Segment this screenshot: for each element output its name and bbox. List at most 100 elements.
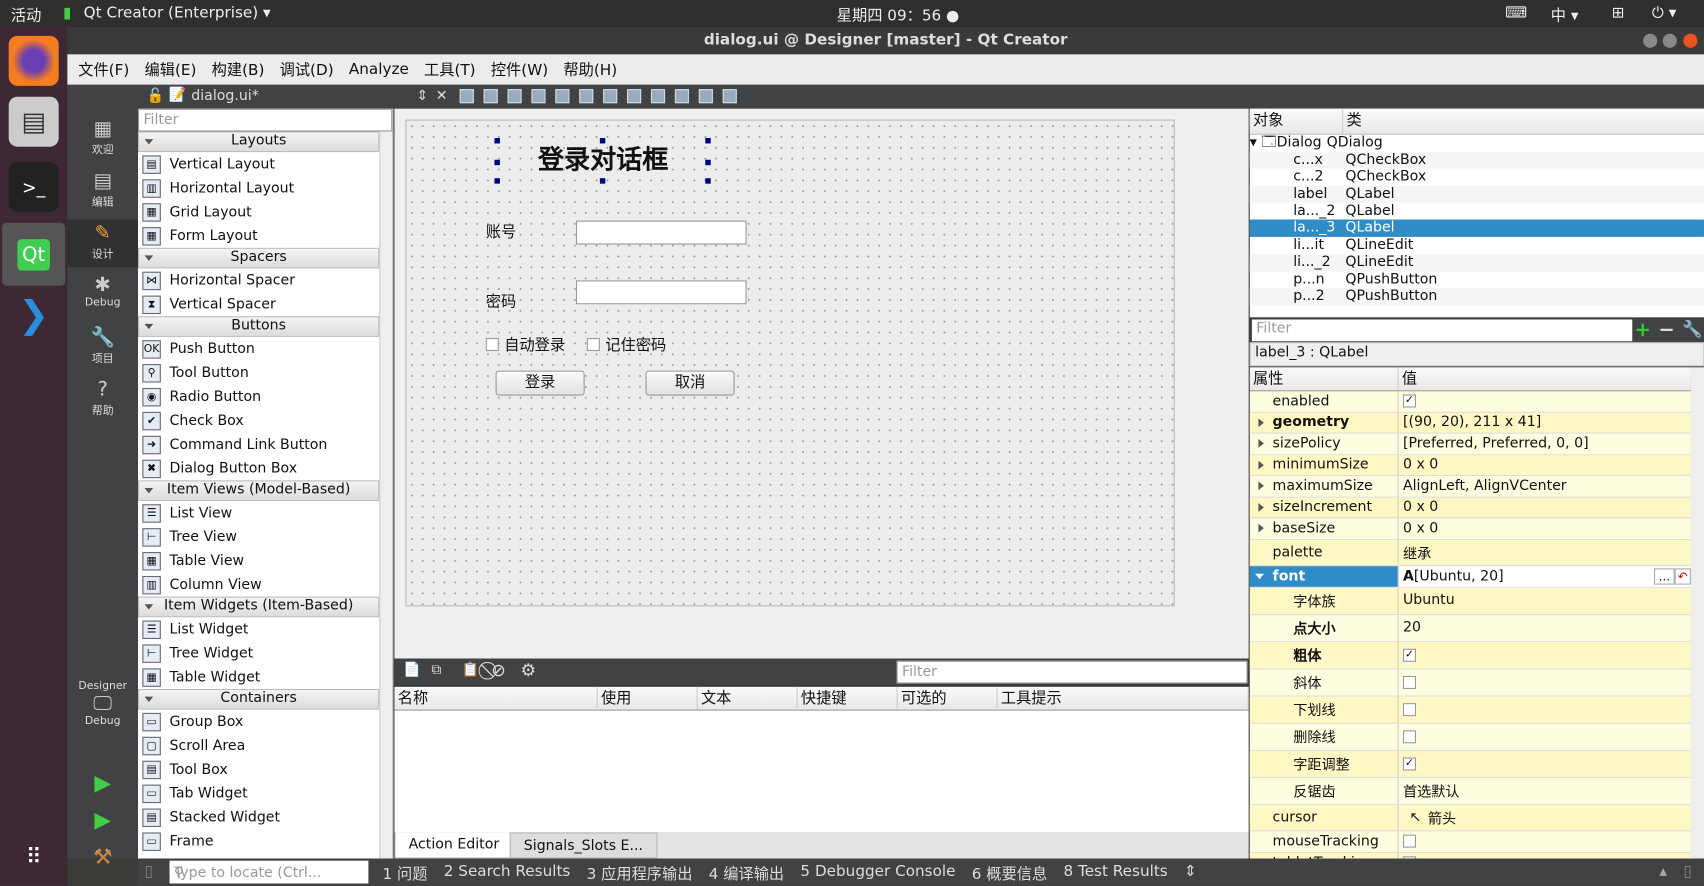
widget-item[interactable]: ▢ Scroll Area	[138, 734, 379, 758]
maximize-button[interactable]	[1662, 33, 1677, 48]
property-value[interactable]	[1399, 834, 1691, 848]
layout-horizontal-tool[interactable]	[555, 89, 570, 104]
property-checkbox[interactable]	[1402, 675, 1417, 689]
widget-category[interactable]: Spacers	[138, 247, 380, 269]
property-checkbox[interactable]	[1402, 729, 1417, 743]
widget-item[interactable]: ▤ Stacked Widget	[138, 805, 379, 829]
widget-item[interactable]: ▦ Grid Layout	[138, 200, 379, 224]
resize-handle[interactable]	[599, 178, 606, 184]
property-value[interactable]: 20	[1399, 619, 1691, 635]
output-pane-button[interactable]: 8 Test Results	[1063, 863, 1167, 885]
column-header[interactable]: 工具提示	[998, 686, 1249, 710]
property-row[interactable]: font A [Ubuntu, 20]... ↶	[1249, 565, 1691, 588]
widget-category[interactable]: Item Views (Model-Based)	[138, 480, 380, 501]
reset-icon[interactable]: ↶	[1674, 567, 1691, 585]
adjust-size-tool[interactable]	[722, 89, 737, 104]
property-filter-input[interactable]: Filter	[1251, 319, 1633, 342]
edit-buddies-tool[interactable]	[507, 89, 522, 104]
output-pane-button[interactable]: 3 应用程序输出	[587, 863, 693, 885]
input-method[interactable]: 中 ▾	[1551, 4, 1579, 26]
locator-input[interactable]: ⚲ Type to locate (Ctrl...	[169, 860, 369, 884]
mode-projects[interactable]: 🔧 项目	[67, 326, 138, 365]
widget-box-scrollbar[interactable]	[379, 131, 393, 859]
layout-h-splitter-tool[interactable]	[603, 89, 618, 104]
menu-analyze[interactable]: Analyze	[349, 61, 409, 78]
app-menu[interactable]: Qt Creator (Enterprise) ▾	[84, 4, 271, 21]
property-value[interactable]: Ubuntu	[1399, 592, 1691, 608]
column-header[interactable]: 类	[1343, 109, 1361, 134]
widget-item[interactable]: ➜ Command Link Button	[138, 433, 379, 457]
right-sidebar-toggle-icon[interactable]: ▯	[1683, 863, 1691, 880]
property-row[interactable]: palette 继承	[1249, 539, 1691, 566]
layout-v-splitter-tool[interactable]	[627, 89, 642, 104]
property-row[interactable]: 字体族 Ubuntu	[1249, 587, 1691, 615]
cancel-button[interactable]: 取消	[645, 370, 735, 396]
auto-login-checkbox[interactable]: 自动登录	[485, 334, 565, 356]
property-value[interactable]: [(90, 20), 211 x 41]	[1399, 414, 1691, 430]
widget-category[interactable]: Item Widgets (Item-Based)	[138, 596, 380, 618]
copy-icon[interactable]: ⧉	[431, 662, 441, 678]
files-icon[interactable]: ▤	[8, 96, 59, 147]
password-input[interactable]	[575, 280, 747, 305]
widget-item[interactable]: ⊢ Tree Widget	[138, 641, 379, 665]
layout-form-tool[interactable]	[650, 89, 666, 104]
account-input[interactable]	[575, 220, 747, 245]
font-dialog-button[interactable]: ...	[1654, 567, 1675, 585]
property-row[interactable]: 点大小 20	[1249, 614, 1691, 642]
property-value[interactable]: ✓	[1399, 648, 1691, 662]
debug-run-button[interactable]: ▶	[67, 806, 138, 832]
widget-item[interactable]: ✔ Check Box	[138, 409, 379, 433]
property-row[interactable]: 反锯齿 首选默认	[1249, 777, 1691, 805]
resize-handle[interactable]	[494, 178, 500, 184]
vscode-icon[interactable]: ❯	[9, 290, 59, 340]
widget-item[interactable]: ▭ Tab Widget	[138, 781, 379, 805]
property-value[interactable]: 0 x 0	[1399, 520, 1691, 536]
resize-handle[interactable]	[599, 138, 606, 144]
property-scrollbar[interactable]	[1690, 367, 1704, 859]
object-row[interactable]: li..._2 QLineEdit	[1249, 254, 1704, 272]
break-layout-tool[interactable]	[698, 89, 713, 104]
property-row[interactable]: minimumSize 0 x 0	[1249, 454, 1691, 476]
document-switch-icon[interactable]: ⇕	[416, 88, 428, 104]
column-header[interactable]: 对象	[1250, 108, 1344, 134]
column-header[interactable]: 快捷键	[798, 686, 898, 710]
paste-icon[interactable]: 📋	[462, 662, 480, 678]
menu-widgets[interactable]: 控件(W)	[491, 59, 548, 81]
clock[interactable]: 星期四 09：56 ●	[837, 4, 960, 26]
output-pane-button[interactable]: 5 Debugger Console	[800, 863, 955, 885]
output-pane-toggle-icon[interactable]: ▴	[1659, 863, 1667, 880]
widget-item[interactable]: OK Push Button	[138, 337, 379, 361]
property-row[interactable]: sizePolicy [Preferred, Preferred, 0, 0]	[1249, 433, 1691, 455]
close-window-button[interactable]	[1683, 33, 1698, 48]
widget-category[interactable]: Containers	[138, 688, 380, 710]
widget-item[interactable]: ▥ Column View	[138, 573, 379, 597]
object-row[interactable]: c...x QCheckBox	[1249, 151, 1704, 169]
new-action-icon[interactable]: 📄	[403, 662, 421, 678]
property-row[interactable]: 下划线	[1249, 696, 1691, 724]
widget-item[interactable]: ☰ List View	[138, 501, 379, 525]
widget-item[interactable]: ▦ Table View	[138, 549, 379, 573]
column-header[interactable]: 值	[1399, 367, 1417, 390]
object-row[interactable]: label QLabel	[1249, 185, 1704, 203]
column-header[interactable]: 可选的	[898, 686, 998, 710]
widget-category[interactable]: Layouts	[138, 131, 380, 153]
mode-debug[interactable]: ✱ Debug	[67, 274, 138, 309]
tab-action-editor[interactable]: Action Editor	[394, 832, 514, 859]
property-value[interactable]: 0 x 0	[1399, 499, 1691, 515]
pane-menu-icon[interactable]: ⇕	[1184, 863, 1197, 885]
property-checkbox[interactable]: ✓	[1402, 394, 1417, 408]
dialog-form-canvas[interactable]: 登录对话框 账号 密码 自动登录 记住密码 登录 取消	[405, 119, 1175, 607]
property-value[interactable]: ↖ 箭头	[1399, 807, 1691, 827]
property-value[interactable]: [Preferred, Preferred, 0, 0]	[1399, 436, 1691, 452]
object-row[interactable]: p...n QPushButton	[1250, 271, 1704, 288]
property-value[interactable]: ✓	[1399, 756, 1691, 770]
mode-help[interactable]: ? 帮助	[67, 378, 138, 417]
mode-welcome[interactable]: ▦ 欢迎	[67, 117, 138, 156]
run-button[interactable]: ▶	[67, 769, 138, 795]
action-filter-input[interactable]: Filter	[896, 660, 1248, 684]
menu-edit[interactable]: 编辑(E)	[145, 59, 197, 81]
property-value[interactable]: ✓	[1399, 394, 1691, 408]
add-property-icon[interactable]: +	[1634, 318, 1650, 341]
property-value[interactable]: AlignLeft, AlignVCenter	[1399, 478, 1691, 494]
resize-handle[interactable]	[494, 159, 500, 166]
